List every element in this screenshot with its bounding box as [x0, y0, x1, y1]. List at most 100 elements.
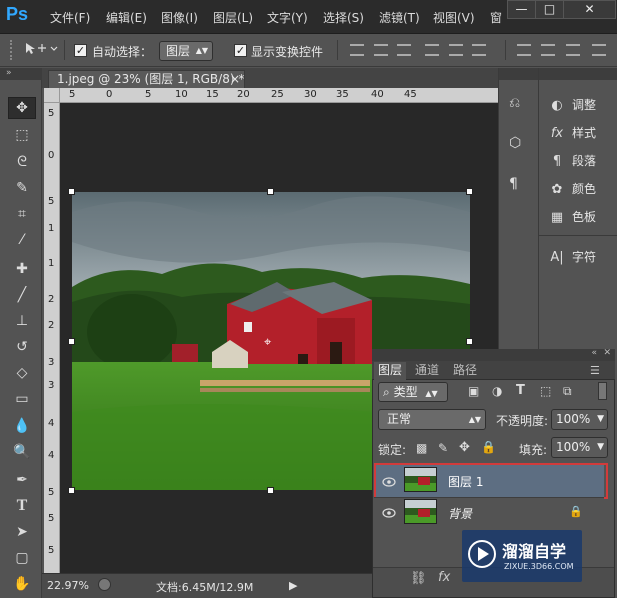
- transform-handle[interactable]: [267, 188, 274, 195]
- panel-character[interactable]: A| 字符: [548, 248, 614, 268]
- blend-mode-dropdown[interactable]: 正常 ▲▼: [378, 409, 486, 430]
- lock-all-icon[interactable]: 🔒: [481, 440, 496, 454]
- clone-stamp-tool-icon[interactable]: ⊥: [11, 311, 33, 331]
- visibility-eye-icon[interactable]: [382, 507, 396, 518]
- lasso-tool-icon[interactable]: ᘓ: [11, 152, 33, 172]
- eyedropper-tool-icon[interactable]: ⁄: [11, 230, 33, 250]
- layers-panel-header[interactable]: « ✕: [372, 348, 615, 361]
- tab-paths[interactable]: 路径: [449, 362, 481, 380]
- history-panel-icon[interactable]: ⎌: [509, 95, 520, 111]
- panel-menu-icon[interactable]: ☰: [590, 364, 600, 377]
- history-brush-tool-icon[interactable]: ↺: [11, 337, 33, 357]
- status-menu-arrow-icon[interactable]: ▶: [289, 579, 297, 592]
- filter-smart-object-icon[interactable]: ⧉: [563, 384, 572, 399]
- crop-tool-icon[interactable]: ⌗: [11, 204, 33, 224]
- align-right-icon[interactable]: [472, 44, 486, 56]
- align-bottom-icon[interactable]: [397, 44, 411, 56]
- panel-color[interactable]: ✿ 颜色: [548, 180, 614, 200]
- distribute-bottom-icon[interactable]: [566, 44, 580, 56]
- filter-toggle[interactable]: [598, 382, 607, 400]
- menu-file[interactable]: 文件(F): [50, 9, 90, 26]
- zoom-level[interactable]: 22.97%: [47, 579, 89, 592]
- path-selection-tool-icon[interactable]: ➤: [11, 522, 33, 542]
- blur-tool-icon[interactable]: 💧: [11, 416, 33, 436]
- 3d-panel-icon[interactable]: ⬡: [509, 135, 521, 151]
- menu-window[interactable]: 窗: [490, 9, 502, 26]
- tab-layers[interactable]: 图层: [374, 362, 407, 380]
- filter-pixel-icon[interactable]: ▣: [468, 384, 479, 398]
- distribute-top-icon[interactable]: [517, 44, 531, 56]
- move-tool-icon[interactable]: ✥: [11, 98, 33, 118]
- fill-field[interactable]: 100% ▼: [551, 437, 608, 458]
- close-tab-icon[interactable]: ×: [230, 71, 240, 87]
- align-vcenter-icon[interactable]: [374, 44, 388, 56]
- filter-shape-icon[interactable]: ⬚: [540, 384, 551, 398]
- type-tool-icon[interactable]: T: [11, 496, 33, 516]
- healing-brush-tool-icon[interactable]: ✚: [11, 259, 33, 279]
- transform-handle[interactable]: [267, 487, 274, 494]
- fx-icon[interactable]: fx: [438, 570, 450, 585]
- transform-center-icon[interactable]: ⌖: [264, 335, 271, 350]
- menu-view[interactable]: 视图(V): [433, 9, 475, 26]
- panel-adjustments[interactable]: ◐ 调整: [548, 96, 614, 116]
- palette-icon: ✿: [551, 182, 563, 197]
- maximize-button[interactable]: □: [535, 0, 564, 19]
- filter-adjustment-icon[interactable]: ◑: [492, 384, 502, 398]
- panel-paragraph[interactable]: ¶ 段落: [548, 152, 614, 172]
- hand-tool-icon[interactable]: ✋: [11, 574, 33, 594]
- dodge-tool-icon[interactable]: 🔍: [11, 442, 33, 462]
- brush-tool-icon[interactable]: ╱: [11, 285, 33, 305]
- menu-layer[interactable]: 图层(L): [213, 9, 253, 26]
- distribute-vcenter-icon[interactable]: [541, 44, 555, 56]
- vertical-ruler[interactable]: [44, 103, 60, 573]
- transform-handle[interactable]: [466, 188, 473, 195]
- document-size-info: 文档:6.45M/12.9M: [156, 581, 254, 594]
- layer-name-layer1[interactable]: 图层 1: [448, 473, 483, 490]
- tab-channels[interactable]: 通道: [411, 362, 443, 380]
- filter-type-icon[interactable]: T: [516, 383, 525, 398]
- minimize-button[interactable]: —: [507, 0, 536, 19]
- lock-pixels-icon[interactable]: ✎: [438, 441, 448, 455]
- fill-label: 填充:: [519, 443, 548, 457]
- transform-handle[interactable]: [68, 188, 75, 195]
- auto-select-dropdown[interactable]: 图层 ▲▼: [159, 41, 213, 61]
- transform-handle[interactable]: [466, 338, 473, 345]
- layer-name-background[interactable]: 背景: [448, 505, 472, 522]
- collapse-icon[interactable]: «: [591, 348, 597, 358]
- collapse-icon[interactable]: »: [0, 68, 42, 80]
- align-hcenter-icon[interactable]: [449, 44, 463, 56]
- dock-header: [539, 68, 617, 80]
- transform-handle[interactable]: [68, 338, 75, 345]
- marquee-tool-icon[interactable]: ⬚: [11, 125, 33, 145]
- visibility-eye-icon[interactable]: [382, 476, 396, 487]
- transform-handle[interactable]: [68, 487, 75, 494]
- filter-kind-dropdown[interactable]: ⌕ 类型 ▲▼: [378, 382, 448, 402]
- document-tab[interactable]: 1.jpeg @ 23% (图层 1, RGB/8) * ×: [48, 70, 245, 88]
- close-window-button[interactable]: ✕: [563, 0, 616, 19]
- panel-styles[interactable]: fx 样式: [548, 124, 614, 144]
- shape-tool-icon[interactable]: ▢: [11, 548, 33, 568]
- pen-tool-icon[interactable]: ✒: [11, 470, 33, 490]
- menu-select[interactable]: 选择(S): [323, 9, 364, 26]
- menu-type[interactable]: 文字(Y): [267, 9, 308, 26]
- eraser-tool-icon[interactable]: ◇: [11, 363, 33, 383]
- show-transform-checkbox[interactable]: ✓: [234, 44, 247, 57]
- menu-edit[interactable]: 编辑(E): [106, 9, 147, 26]
- lock-transparent-icon[interactable]: ▩: [416, 441, 427, 455]
- close-panel-icon[interactable]: ✕: [603, 348, 611, 358]
- panel-swatches[interactable]: ▦ 色板: [548, 208, 614, 228]
- move-tool-preset-icon[interactable]: [24, 42, 58, 60]
- auto-select-checkbox[interactable]: ✓: [74, 44, 87, 57]
- distribute-left-icon[interactable]: [592, 44, 606, 56]
- opacity-field[interactable]: 100% ▼: [551, 409, 608, 430]
- link-icon[interactable]: ⛓: [410, 571, 427, 586]
- quick-select-tool-icon[interactable]: ✎: [11, 178, 33, 198]
- align-top-icon[interactable]: [350, 44, 364, 56]
- lock-position-icon[interactable]: ✥: [459, 440, 470, 455]
- menu-filter[interactable]: 滤镜(T): [379, 9, 420, 26]
- share-icon[interactable]: [98, 578, 111, 591]
- gradient-tool-icon[interactable]: ▭: [11, 389, 33, 409]
- properties-panel-icon[interactable]: ¶: [509, 176, 518, 192]
- align-left-icon[interactable]: [425, 44, 439, 56]
- menu-image[interactable]: 图像(I): [161, 9, 198, 26]
